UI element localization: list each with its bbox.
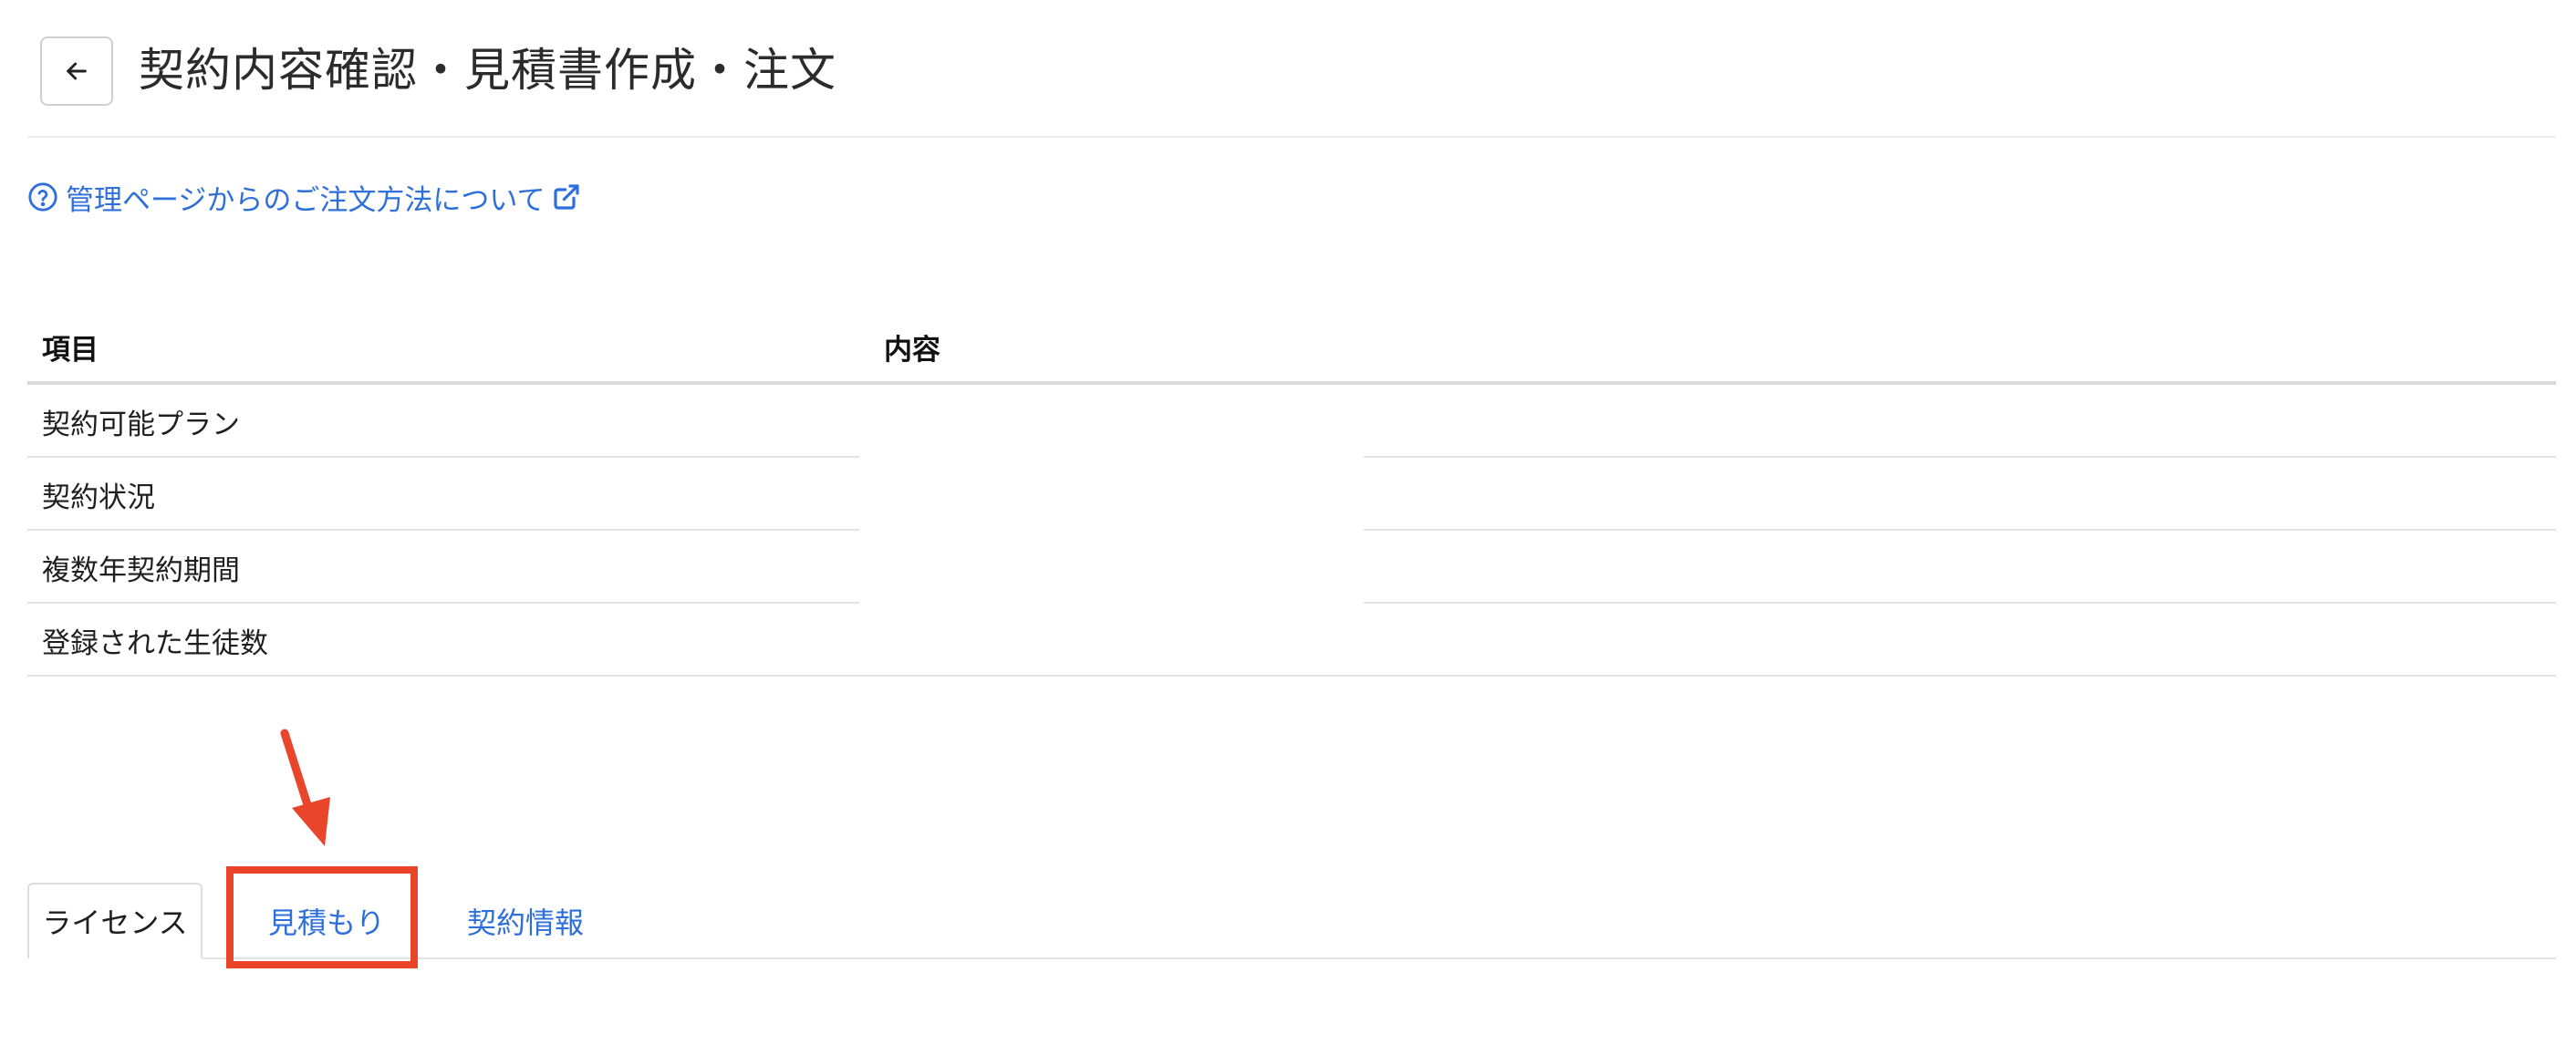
- row-label-period: 複数年契約期間: [42, 554, 240, 587]
- contract-info-table: 項目 内容 契約可能プラン 契約状況 複数年契約期間 登録された生徒数: [27, 308, 2556, 677]
- back-button[interactable]: [40, 36, 113, 106]
- tab-license[interactable]: ライセンス: [27, 883, 203, 959]
- annotation-arrow-icon: [280, 729, 330, 846]
- row-label-students: 登録された生徒数: [42, 627, 268, 660]
- column-header-item: 項目: [42, 334, 99, 367]
- row-label-plan: 契約可能プラン: [42, 409, 240, 441]
- table-header: 項目 内容: [27, 308, 2556, 385]
- tab-bar: ライセンス 見積もり 契約情報: [27, 883, 2556, 959]
- table-row-plan: 契約可能プラン: [27, 385, 2556, 458]
- table-row-status: 契約状況: [27, 458, 2556, 531]
- row-label-status: 契約状況: [42, 481, 155, 514]
- help-link-label: 管理ページからのご注文方法について: [66, 183, 545, 217]
- question-circle-icon: [28, 182, 57, 212]
- column-header-content: 内容: [884, 334, 940, 367]
- page: 契約内容確認・見積書作成・注文 管理ページからのご注文方法について 項目 内容 …: [0, 0, 2576, 1045]
- arrow-left-icon: [67, 62, 87, 80]
- external-link-icon: [554, 184, 580, 210]
- tab-estimate[interactable]: 見積もり: [228, 883, 425, 959]
- help-link[interactable]: 管理ページからのご注文方法について: [27, 179, 581, 217]
- page-title: 契約内容確認・見積書作成・注文: [139, 44, 836, 97]
- row-divider: [27, 675, 2556, 677]
- table-row-students: 登録された生徒数: [27, 604, 2556, 677]
- header-divider: [27, 136, 2556, 138]
- tab-contract-info[interactable]: 契約情報: [425, 883, 626, 959]
- table-row-period: 複数年契約期間: [27, 531, 2556, 604]
